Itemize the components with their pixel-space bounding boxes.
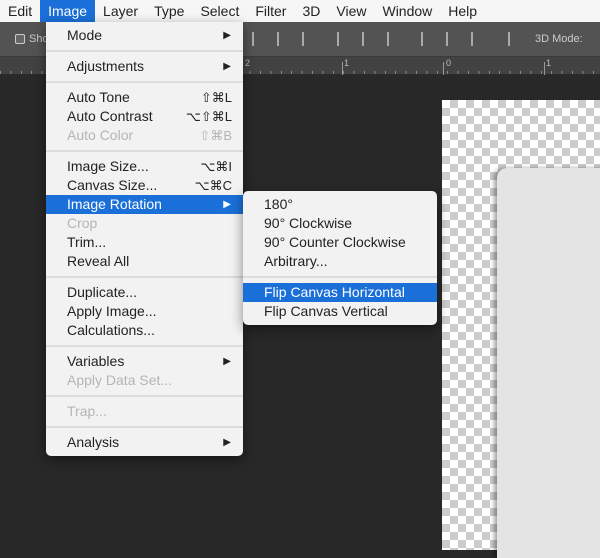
menu-item-duplicate[interactable]: Duplicate... <box>46 283 243 302</box>
menu-item-label: Apply Data Set... <box>67 372 173 388</box>
menu-item-flip-canvas-vertical[interactable]: Flip Canvas Vertical <box>243 302 437 321</box>
align-distribute-icon[interactable] <box>508 32 520 46</box>
ruler-label: 0 <box>446 58 452 68</box>
menu-item-label: Image Size... <box>67 158 149 174</box>
menu-item-trim[interactable]: Trim... <box>46 233 243 252</box>
menu-3d[interactable]: 3D <box>294 0 328 22</box>
menu-item-label: Adjustments <box>67 58 145 74</box>
menu-item-label: 90° Clockwise <box>264 215 353 231</box>
image-menu: Mode ▶ Adjustments ▶ Auto Tone ⇧⌘L Auto Contra… <box>46 22 243 456</box>
menu-item-flip-canvas-horizontal[interactable]: Flip Canvas Horizontal <box>243 283 437 302</box>
menu-item-arbitrary[interactable]: Arbitrary... <box>243 252 437 271</box>
menu-item-180[interactable]: 180° <box>243 195 437 214</box>
shortcut-label: ⇧⌘B <box>199 128 232 143</box>
menu-image[interactable]: Image <box>40 0 96 22</box>
ruler-label: 2 <box>245 58 251 68</box>
menu-separator <box>46 76 243 88</box>
menu-item-label: Duplicate... <box>67 284 138 300</box>
menu-item-reveal-all[interactable]: Reveal All <box>46 252 243 271</box>
menu-item-canvas-size[interactable]: Canvas Size... ⌥⌘C <box>46 176 243 195</box>
menu-bar: Edit Image Layer Type Select Filter 3D View Wind… <box>0 0 600 22</box>
menu-item-label: Flip Canvas Horizontal <box>264 284 405 300</box>
shortcut-label: ⌥⌘C <box>194 178 232 193</box>
menu-edit[interactable]: Edit <box>0 0 40 22</box>
align-distribute-icon[interactable] <box>421 32 433 46</box>
menu-separator <box>46 390 243 402</box>
menu-item-apply-image[interactable]: Apply Image... <box>46 302 243 321</box>
menu-type[interactable]: Type <box>146 0 192 22</box>
menu-filter[interactable]: Filter <box>247 0 294 22</box>
menu-item-auto-tone[interactable]: Auto Tone ⇧⌘L <box>46 88 243 107</box>
shortcut-label: ⇧⌘L <box>200 90 232 105</box>
menu-item-trap: Trap... <box>46 402 243 421</box>
menu-item-apply-data-set: Apply Data Set... <box>46 371 243 390</box>
menu-item-label: Image Rotation <box>67 196 162 212</box>
ruler-label: 1 <box>344 58 350 68</box>
menu-window[interactable]: Window <box>374 0 440 22</box>
menu-item-label: Auto Color <box>67 127 134 143</box>
submenu-arrow-icon: ▶ <box>223 437 231 448</box>
menu-select[interactable]: Select <box>192 0 247 22</box>
menu-item-crop: Crop <box>46 214 243 233</box>
menu-item-label: Variables <box>67 353 125 369</box>
menu-item-auto-contrast[interactable]: Auto Contrast ⌥⇧⌘L <box>46 107 243 126</box>
submenu-arrow-icon: ▶ <box>223 61 231 72</box>
align-distribute-icon[interactable] <box>362 32 374 46</box>
align-distribute-icon[interactable] <box>387 32 399 46</box>
menu-item-auto-color: Auto Color ⇧⌘B <box>46 126 243 145</box>
menu-item-label: 90° Counter Clockwise <box>264 234 406 250</box>
menu-item-label: Reveal All <box>67 253 130 269</box>
menu-item-label: Mode <box>67 27 103 43</box>
menu-item-label: Arbitrary... <box>264 253 328 269</box>
shortcut-label: ⌥⇧⌘L <box>185 109 232 124</box>
submenu-arrow-icon: ▶ <box>223 30 231 41</box>
paper-image-layer <box>497 168 600 558</box>
menu-item-label: 180° <box>264 196 293 212</box>
shortcut-label: ⌥⌘I <box>200 159 232 174</box>
menu-item-label: Auto Tone <box>67 89 130 105</box>
menu-separator <box>46 271 243 283</box>
menu-item-label: Apply Image... <box>67 303 157 319</box>
menu-item-image-size[interactable]: Image Size... ⌥⌘I <box>46 157 243 176</box>
menu-separator <box>243 271 437 283</box>
menu-view[interactable]: View <box>328 0 374 22</box>
menu-item-label: Trap... <box>67 403 107 419</box>
menu-item-adjustments[interactable]: Adjustments ▶ <box>46 57 243 76</box>
align-distribute-icon[interactable] <box>337 32 349 46</box>
image-rotation-submenu: 180° 90° Clockwise 90° Counter Clockwise Ar… <box>243 191 437 325</box>
menu-item-90-counter-clockwise[interactable]: 90° Counter Clockwise <box>243 233 437 252</box>
show-checkbox[interactable] <box>15 34 25 44</box>
menu-item-label: Analysis <box>67 434 120 450</box>
menu-layer[interactable]: Layer <box>95 0 146 22</box>
menu-item-label: Trim... <box>67 234 107 250</box>
menu-item-variables[interactable]: Variables ▶ <box>46 352 243 371</box>
menu-item-label: Canvas Size... <box>67 177 158 193</box>
menu-separator <box>46 145 243 157</box>
align-distribute-icon[interactable] <box>471 32 483 46</box>
menu-item-analysis[interactable]: Analysis ▶ <box>46 433 243 452</box>
menu-item-image-rotation[interactable]: Image Rotation ▶ <box>46 195 243 214</box>
menu-item-calculations[interactable]: Calculations... <box>46 321 243 340</box>
align-distribute-icon[interactable] <box>302 32 314 46</box>
menu-separator <box>46 340 243 352</box>
menu-separator <box>46 421 243 433</box>
menu-item-label: Crop <box>67 215 98 231</box>
ruler-label: 1 <box>546 58 552 68</box>
submenu-arrow-icon: ▶ <box>223 199 231 210</box>
submenu-arrow-icon: ▶ <box>223 356 231 367</box>
align-distribute-icon[interactable] <box>277 32 289 46</box>
3d-mode-label: 3D Mode: <box>535 33 583 45</box>
menu-item-label: Calculations... <box>67 322 155 338</box>
menu-help[interactable]: Help <box>440 0 485 22</box>
menu-item-label: Flip Canvas Vertical <box>264 303 388 319</box>
menu-item-mode[interactable]: Mode ▶ <box>46 26 243 45</box>
align-distribute-icon[interactable] <box>446 32 458 46</box>
align-distribute-icon[interactable] <box>252 32 264 46</box>
menu-item-90-clockwise[interactable]: 90° Clockwise <box>243 214 437 233</box>
menu-separator <box>46 45 243 57</box>
menu-item-label: Auto Contrast <box>67 108 153 124</box>
